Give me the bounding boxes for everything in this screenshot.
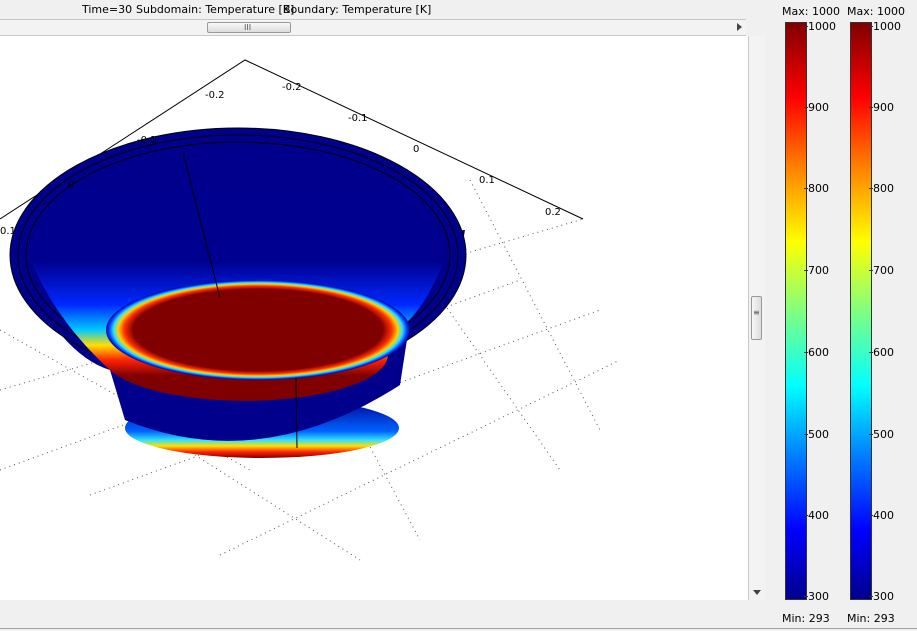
- colorbar-tick: 400: [869, 509, 894, 522]
- subdomain-label: Subdomain: Temperature [K]: [136, 3, 295, 16]
- boundary-label: Boundary: Temperature [K]: [283, 3, 432, 16]
- colorbar-min-label: Min: 293: [847, 612, 895, 625]
- right-tick-label: 0.1: [479, 175, 495, 186]
- colorbar-gradient: [785, 22, 807, 600]
- colorbar-tick: 700: [804, 264, 829, 277]
- colorbar-tick: 500: [869, 428, 894, 441]
- left-tick-label: 0: [68, 180, 74, 191]
- colorbar-tick: 1000: [804, 20, 836, 33]
- colorbar-tick: 700: [869, 264, 894, 277]
- colorbar-tick: 1000: [869, 20, 901, 33]
- horizontal-scroll-thumb[interactable]: III: [207, 22, 291, 33]
- right-tick-label: -0.1: [348, 113, 368, 124]
- bowl-inner-bottom: [106, 280, 410, 380]
- left-tick-label: -0.2: [205, 90, 225, 101]
- colorbar-tick: 300: [869, 590, 894, 603]
- grip-icon: ≡: [753, 308, 760, 317]
- right-tick-label: 0: [413, 144, 419, 155]
- left-tick-label: 0.1: [0, 226, 16, 237]
- colorbar-max-label: Max: 1000: [782, 5, 840, 18]
- time-label: Time=30: [82, 3, 133, 16]
- horizontal-scrollbar[interactable]: III: [0, 19, 746, 36]
- colorbar-gradient: [850, 22, 872, 600]
- right-tick-label: 0.2: [545, 207, 561, 218]
- scroll-right-arrow-icon[interactable]: [737, 23, 742, 31]
- colorbar-min-label: Min: 293: [782, 612, 830, 625]
- colorbar-tick: 800: [804, 182, 829, 195]
- colorbar-max-label: Max: 1000: [847, 5, 905, 18]
- status-strip: [0, 600, 917, 631]
- colorbar-tick: 500: [804, 428, 829, 441]
- colorbar-tick: 600: [869, 346, 894, 359]
- colorbar-tick: 800: [869, 182, 894, 195]
- colorbar-tick: 600: [804, 346, 829, 359]
- left-tick-label: -0.1: [137, 135, 157, 146]
- colorbar-tick: 900: [804, 101, 829, 114]
- temperature-plot: -0.2 -0.1 0 0.1 -0.2 -0.1 0 0.1 0.2: [0, 59, 621, 561]
- grip-icon: III: [244, 23, 252, 32]
- right-tick-label: -0.2: [282, 82, 302, 93]
- subdomain-colorbar: Max: 1000 1000 900 800 700 600 500 400 3…: [782, 0, 857, 631]
- divider: [0, 628, 917, 629]
- colorbar-tick: 400: [804, 509, 829, 522]
- vertical-scroll-thumb[interactable]: ≡: [751, 296, 762, 340]
- colorbar-tick: 300: [804, 590, 829, 603]
- boundary-colorbar: Max: 1000 1000 900 800 700 600 500 400 3…: [847, 0, 917, 631]
- scroll-down-arrow-icon[interactable]: [753, 590, 761, 595]
- colorbar-tick: 900: [869, 101, 894, 114]
- vertical-scrollbar[interactable]: ≡: [748, 36, 765, 600]
- plot-title-bar: Time=30 Subdomain: Temperature [K] Bound…: [0, 0, 780, 19]
- plot-canvas[interactable]: -0.2 -0.1 0 0.1 -0.2 -0.1 0 0.1 0.2: [0, 36, 748, 600]
